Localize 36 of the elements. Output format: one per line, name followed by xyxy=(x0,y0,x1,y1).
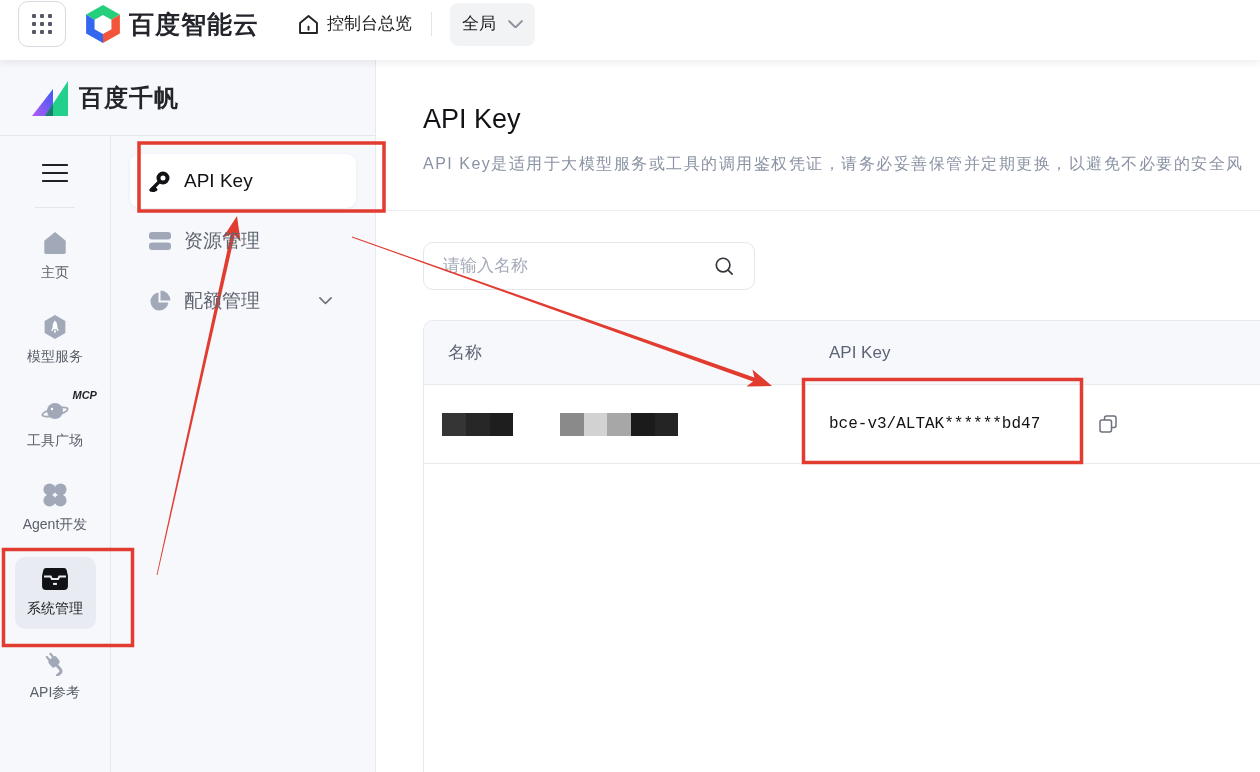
chevron-down-icon xyxy=(508,19,523,29)
column-header: API Key xyxy=(829,342,891,362)
menu-icon xyxy=(42,163,68,183)
sidebar-nav-item[interactable]: 主页 xyxy=(14,221,96,293)
copy-button[interactable] xyxy=(1098,414,1119,434)
product-name: 百度千帆 xyxy=(79,82,179,113)
apps-menu-button[interactable] xyxy=(18,1,66,47)
home-icon xyxy=(43,232,67,254)
triangles-logo-icon xyxy=(32,79,68,116)
submenu-item[interactable]: API Key xyxy=(130,154,356,208)
sidebar-nav-item[interactable]: 系统管理 xyxy=(14,557,96,629)
scope-select[interactable]: 全局 xyxy=(450,2,535,46)
hexagon-logo-icon xyxy=(85,5,121,43)
column-header: 名称 xyxy=(448,342,482,362)
brand-name: 百度智能云 xyxy=(129,9,259,39)
api-key-value: bce-v3/ALTAK******bd47 xyxy=(829,414,1041,435)
pie-chart-icon xyxy=(149,290,171,312)
hexagon-rocket-icon xyxy=(44,315,66,339)
page-title: API Key xyxy=(423,103,521,136)
inbox-tray-icon xyxy=(42,568,68,590)
sidebar-nav-item[interactable]: Agent开发 xyxy=(14,473,96,545)
clover-icon xyxy=(43,483,67,507)
server-stack-icon xyxy=(149,232,171,250)
home-icon xyxy=(299,14,318,34)
grid-icon xyxy=(32,14,52,34)
key-icon xyxy=(149,170,171,192)
search-field[interactable]: 请输入名称 xyxy=(423,242,755,290)
item-tag: MCP xyxy=(72,389,97,402)
page-description: API Key是适用于大模型服务或工具的调用鉴权凭证，请务必妥善保管并定期更换，以避免不必要的安全风 xyxy=(423,154,1244,174)
menu-button[interactable] xyxy=(42,161,68,185)
console-overview-link[interactable]: 控制台总览 xyxy=(299,13,412,35)
sidebar-nav-item[interactable]: 模型服务 xyxy=(14,305,96,377)
copy-icon xyxy=(1099,415,1118,433)
search-icon xyxy=(714,256,734,276)
sidebar-nav-item[interactable]: API参考 xyxy=(14,641,96,713)
planet-icon xyxy=(41,400,69,422)
